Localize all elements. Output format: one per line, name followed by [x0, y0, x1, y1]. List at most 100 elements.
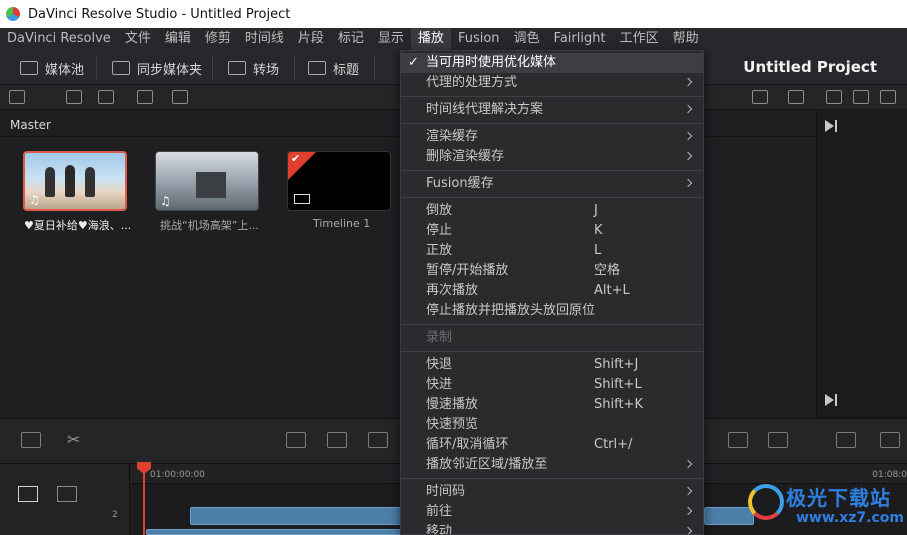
menu-file[interactable]: 文件: [118, 28, 158, 50]
bin-name[interactable]: Master: [10, 118, 51, 132]
video-clip-bar[interactable]: [146, 529, 402, 535]
snap-icon[interactable]: [18, 486, 38, 502]
media-pool-icon: [20, 61, 38, 75]
transitions-button[interactable]: 转场: [228, 58, 279, 78]
menu-item-go-to[interactable]: 前往: [401, 502, 703, 522]
track-number: 2: [112, 510, 118, 520]
clip-thumbnail[interactable]: ♫: [23, 151, 127, 211]
panel-layout-icon[interactable]: [9, 90, 25, 104]
link-icon[interactable]: [57, 486, 77, 502]
media-pool-button[interactable]: 媒体池: [20, 58, 84, 78]
sort-icon[interactable]: [752, 90, 768, 104]
timecode-start: 01:00:00:00: [150, 470, 205, 480]
audio-note-icon: ♫: [160, 194, 171, 208]
clip-thumbnail[interactable]: ♫: [155, 151, 259, 211]
watermark-logo-icon: [748, 484, 784, 520]
menu-trim[interactable]: 修剪: [198, 28, 238, 50]
menu-item-fast-review[interactable]: 快速预览: [401, 415, 703, 435]
menu-divider: [401, 478, 703, 479]
menu-playback[interactable]: 播放: [410, 28, 451, 50]
menu-mark[interactable]: 标记: [331, 28, 371, 50]
menu-fusion[interactable]: Fusion: [451, 28, 507, 50]
video-clip-bar[interactable]: [190, 507, 402, 525]
menu-divider: [401, 123, 703, 124]
grid-view-icon[interactable]: [880, 90, 896, 104]
menu-item-play-pause[interactable]: 暂停/开始播放 空格: [401, 261, 703, 281]
relink-icon[interactable]: [137, 90, 153, 104]
project-title: Untitled Project: [743, 58, 877, 76]
menu-item-play-forward[interactable]: 正放 L: [401, 241, 703, 261]
menu-workspace[interactable]: 工作区: [613, 28, 666, 50]
playhead[interactable]: [143, 464, 145, 535]
chevron-right-icon: [683, 77, 693, 87]
menu-item-slow-play[interactable]: 慢速播放 Shift+K: [401, 395, 703, 415]
menu-divider: [401, 324, 703, 325]
davinci-logo-icon: [6, 7, 20, 21]
menu-item-render-cache[interactable]: 渲染缓存: [401, 127, 703, 147]
menu-view[interactable]: 显示: [371, 28, 411, 50]
menu-fairlight[interactable]: Fairlight: [547, 28, 613, 50]
menu-help[interactable]: 帮助: [666, 28, 706, 50]
next-frame-icon[interactable]: [825, 394, 834, 406]
menu-item-timecode[interactable]: 时间码: [401, 482, 703, 502]
titles-button[interactable]: 标题: [308, 58, 359, 78]
sync-bin-icon: [112, 61, 130, 75]
transitions-icon: [228, 61, 246, 75]
clip-view-icon[interactable]: [728, 432, 748, 448]
menu-item-play-again[interactable]: 再次播放 Alt+L: [401, 281, 703, 301]
new-bin-icon[interactable]: [66, 90, 82, 104]
next-frame-icon[interactable]: [825, 120, 834, 132]
transitions-label: 转场: [253, 62, 280, 78]
playback-icon[interactable]: [836, 432, 856, 448]
unlink-icon[interactable]: [172, 90, 188, 104]
toolbar-divider: [212, 56, 213, 80]
menu-item-play-around[interactable]: 播放邻近区域/播放至: [401, 455, 703, 475]
chevron-right-icon: [683, 151, 693, 161]
sync-bin-label: 同步媒体夹: [137, 62, 203, 78]
clip-label: 挑战“机场高架”上...: [160, 219, 259, 232]
audio-note-icon: ♫: [29, 193, 40, 207]
replace-clip-icon[interactable]: [368, 432, 388, 448]
insert-clip-icon[interactable]: [286, 432, 306, 448]
menu-item-fast-reverse[interactable]: 快退 Shift+J: [401, 355, 703, 375]
menu-item-timeline-proxy-resolution[interactable]: 时间线代理解决方案: [401, 100, 703, 120]
menu-color[interactable]: 调色: [507, 28, 547, 50]
playback-menu: ✓ 当可用时使用优化媒体 代理的处理方式 时间线代理解决方案 渲染缓存 删除渲染…: [400, 50, 704, 535]
menu-timeline[interactable]: 时间线: [238, 28, 291, 50]
settings-icon[interactable]: [880, 432, 900, 448]
menu-divider: [401, 351, 703, 352]
menu-item-delete-render-cache[interactable]: 删除渲染缓存: [401, 147, 703, 167]
zoom-icon[interactable]: [21, 432, 41, 448]
menu-edit[interactable]: 编辑: [158, 28, 198, 50]
folder-icon[interactable]: [98, 90, 114, 104]
clip-label: ♥夏日补给♥海浪、...: [24, 219, 132, 232]
menu-item-use-optimized-media[interactable]: ✓ 当可用时使用优化媒体: [401, 53, 703, 73]
waveform-icon[interactable]: [768, 432, 788, 448]
menu-davinci-resolve[interactable]: DaVinci Resolve: [0, 28, 118, 50]
menu-item-stop-and-return[interactable]: 停止播放并把播放头放回原位: [401, 301, 703, 321]
sync-bin-button[interactable]: 同步媒体夹: [112, 58, 202, 78]
refresh-icon[interactable]: [788, 90, 804, 104]
image-view-icon[interactable]: [826, 90, 842, 104]
menu-bar: DaVinci Resolve 文件 编辑 修剪 时间线 片段 标记 显示 播放…: [0, 28, 907, 50]
menu-item-move[interactable]: 移动: [401, 522, 703, 534]
window-title-bar: DaVinci Resolve Studio - Untitled Projec…: [0, 0, 907, 28]
chevron-right-icon: [683, 486, 693, 496]
menu-divider: [401, 197, 703, 198]
viewer-side-panel: [816, 111, 907, 418]
overwrite-clip-icon[interactable]: [327, 432, 347, 448]
menu-item-play-reverse[interactable]: 倒放 J: [401, 201, 703, 221]
media-pool-label: 媒体池: [45, 62, 85, 78]
menu-item-fusion-cache[interactable]: Fusion缓存: [401, 174, 703, 194]
menu-item-stop[interactable]: 停止 K: [401, 221, 703, 241]
scissors-icon[interactable]: ✂: [67, 430, 80, 449]
timeline-thumbnail[interactable]: ✔: [287, 151, 391, 211]
menu-item-record: 录制: [426, 330, 453, 345]
menu-clip[interactable]: 片段: [291, 28, 331, 50]
filmstrip-icon[interactable]: [853, 90, 869, 104]
track-header: 2: [0, 464, 130, 535]
menu-item-loop[interactable]: 循环/取消循环 Ctrl+/: [401, 435, 703, 455]
menu-item-fast-forward[interactable]: 快进 Shift+L: [401, 375, 703, 395]
menu-item-proxy-handling[interactable]: 代理的处理方式: [401, 73, 703, 93]
watermark: 极光下载站 www.xz7.com: [744, 482, 907, 535]
